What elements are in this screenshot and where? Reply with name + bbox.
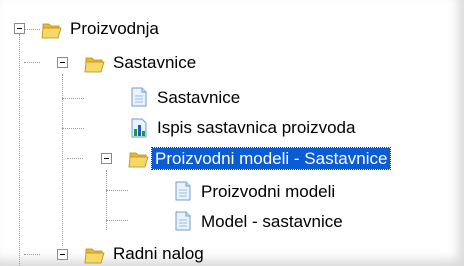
tree-view: Proizvodnja Sastavnice Sastavnice Ispis … [0,0,464,266]
tree-item-ispis-sastavnica[interactable]: Ispis sastavnica proizvoda [154,117,358,138]
tree-connector [106,190,128,191]
tree-connector [24,62,40,63]
tree-connector [62,74,63,246]
tree-connector [62,128,84,129]
tree-connector [62,98,84,99]
tree-connector [106,220,128,221]
report-chart-icon [131,118,147,138]
document-icon [175,181,191,201]
tree-item-proizvodni-modeli-sastavnice[interactable]: Proizvodni modeli - Sastavnice [150,147,392,170]
tree-connector [24,254,40,255]
tree-item-proizvodnja[interactable]: Proizvodnja [67,18,162,39]
collapse-toggle[interactable] [14,23,25,34]
tree-item-sastavnice-folder[interactable]: Sastavnice [110,52,199,73]
tree-connector [106,170,107,230]
tree-connector [67,158,83,159]
tree-item-proizvodni-modeli[interactable]: Proizvodni modeli [198,181,338,202]
document-icon [131,87,147,107]
folder-open-icon [128,152,149,168]
folder-open-icon [41,23,62,39]
collapse-toggle[interactable] [57,57,68,68]
collapse-toggle[interactable] [101,153,112,164]
tree-connector [24,29,40,30]
collapse-toggle[interactable] [57,249,68,260]
folder-open-icon [84,248,105,264]
tree-connector [19,34,20,266]
tree-item-radni-nalog[interactable]: Radni nalog [110,243,207,264]
tree-item-model-sastavnice[interactable]: Model - sastavnice [198,211,346,232]
document-icon [175,211,191,231]
tree-item-sastavnice[interactable]: Sastavnice [154,87,243,108]
folder-open-icon [84,57,105,73]
